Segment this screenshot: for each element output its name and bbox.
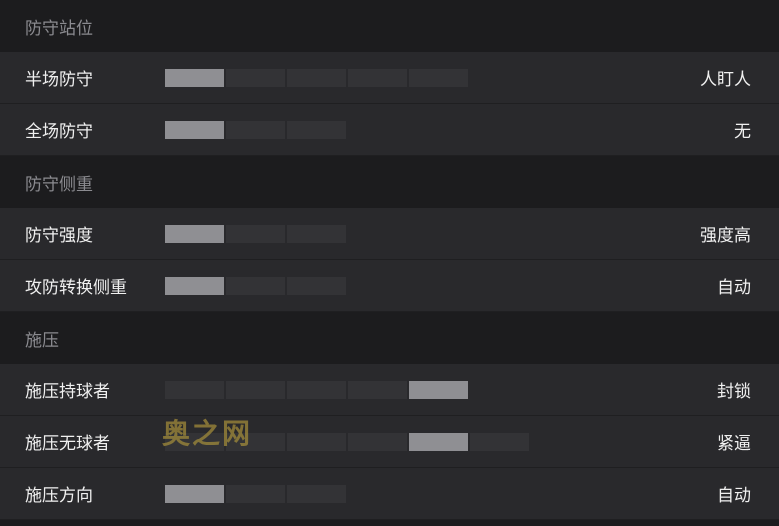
setting-row-transition-focus[interactable]: 攻防转换侧重 自动 <box>0 260 779 312</box>
setting-value: 强度高 <box>700 226 751 246</box>
slider-segment[interactable] <box>165 381 224 399</box>
setting-label: 防守强度 <box>25 226 93 246</box>
slider-segment[interactable] <box>287 69 346 87</box>
watermark-logo: 奥之网 <box>162 417 253 450</box>
setting-label: 施压方向 <box>25 486 93 506</box>
setting-row-full-court-defense[interactable]: 全场防守 无 <box>0 104 779 156</box>
setting-value: 自动 <box>717 278 751 298</box>
slider-segment[interactable] <box>165 485 224 503</box>
slider-segment[interactable] <box>165 277 224 295</box>
slider-segment[interactable] <box>287 381 346 399</box>
slider-segment[interactable] <box>409 69 468 87</box>
slider-segment[interactable] <box>409 433 468 451</box>
setting-row-half-court-defense[interactable]: 半场防守 人盯人 <box>0 52 779 104</box>
setting-label: 全场防守 <box>25 122 93 142</box>
setting-row-pressure-ball-handler[interactable]: 施压持球者 封锁 <box>0 364 779 416</box>
slider-segment[interactable] <box>226 69 285 87</box>
level-slider[interactable] <box>165 381 531 399</box>
slider-segment[interactable] <box>409 381 468 399</box>
level-slider[interactable] <box>165 277 531 295</box>
level-slider[interactable] <box>165 121 531 139</box>
setting-value: 无 <box>734 122 751 142</box>
section-header-defensive-position: 防守站位 <box>0 0 779 52</box>
slider-segment[interactable] <box>165 69 224 87</box>
setting-value: 自动 <box>717 486 751 506</box>
slider-segment[interactable] <box>165 121 224 139</box>
setting-label: 施压持球者 <box>25 382 110 402</box>
slider-segment[interactable] <box>165 225 224 243</box>
slider-segment[interactable] <box>287 277 346 295</box>
slider-segment[interactable] <box>470 433 529 451</box>
setting-label: 攻防转换侧重 <box>25 278 127 298</box>
setting-value: 紧逼 <box>717 434 751 454</box>
slider-segment[interactable] <box>226 277 285 295</box>
setting-row-pressure-off-ball[interactable]: 施压无球者 紧逼 <box>0 416 779 468</box>
slider-segment[interactable] <box>287 225 346 243</box>
slider-segment[interactable] <box>287 121 346 139</box>
level-slider[interactable] <box>165 69 531 87</box>
section-header-pressure: 施压 <box>0 312 779 364</box>
setting-value: 人盯人 <box>700 70 751 90</box>
slider-segment[interactable] <box>348 433 407 451</box>
slider-segment[interactable] <box>226 225 285 243</box>
slider-segment[interactable] <box>348 69 407 87</box>
setting-label: 施压无球者 <box>25 434 110 454</box>
setting-value: 封锁 <box>717 382 751 402</box>
setting-row-defensive-intensity[interactable]: 防守强度 强度高 <box>0 208 779 260</box>
section-header-defensive-focus: 防守侧重 <box>0 156 779 208</box>
slider-segment[interactable] <box>287 433 346 451</box>
tactics-panel: 防守站位 半场防守 人盯人 全场防守 无 防守侧重 防守强度 强度高 攻防转换侧… <box>0 0 779 520</box>
slider-segment[interactable] <box>287 485 346 503</box>
slider-segment[interactable] <box>226 485 285 503</box>
setting-row-pressure-direction[interactable]: 施压方向 自动 <box>0 468 779 520</box>
slider-segment[interactable] <box>226 121 285 139</box>
slider-segment[interactable] <box>226 381 285 399</box>
slider-segment[interactable] <box>348 381 407 399</box>
setting-label: 半场防守 <box>25 70 93 90</box>
level-slider[interactable] <box>165 485 531 503</box>
level-slider[interactable] <box>165 225 531 243</box>
